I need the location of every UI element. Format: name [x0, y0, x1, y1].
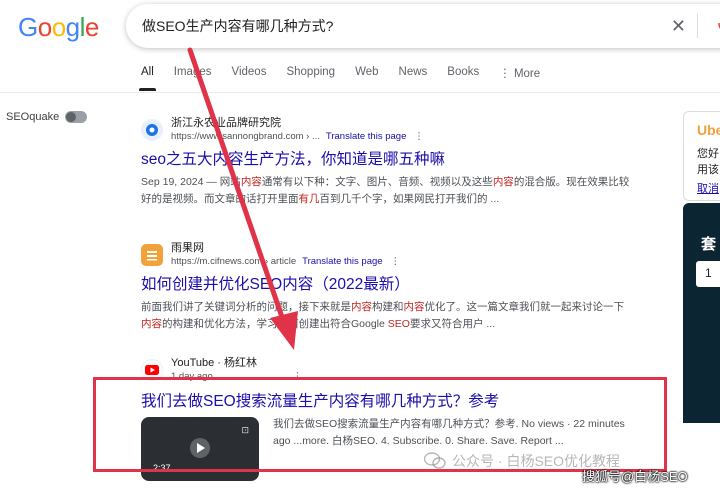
ad-banner[interactable]: 套 1 — [683, 203, 720, 423]
snippet-text: Sep 19, 2024 — 网站 — [141, 176, 241, 188]
more-vert-icon[interactable]: ⋮ — [391, 256, 401, 267]
ad-heading: 套 — [701, 236, 717, 253]
google-logo[interactable]: Google — [18, 12, 99, 43]
logo-letter: o — [37, 12, 52, 42]
tab-videos[interactable]: Videos — [232, 66, 267, 80]
snippet-text: 前面我们讲了关键词分析的问题，接下来就是 — [141, 301, 351, 313]
result-snippet: 前面我们讲了关键词分析的问题，接下来就是内容构建和内容优化了。这一篇文章我们就一… — [141, 299, 661, 333]
snippet-text: 的混合版。现在效果比较 — [513, 176, 630, 188]
snippet-highlight: 有几 — [298, 193, 320, 205]
close-icon[interactable]: ✕ — [671, 16, 686, 37]
snippet-text: 的构建和优化方法，学习如何创建出符合Google — [162, 318, 388, 330]
seoquake-toggle[interactable] — [65, 111, 88, 123]
ad-text: 用该 — [697, 164, 719, 176]
snippet-text: 构建和 — [372, 301, 404, 313]
ad-input[interactable]: 1 — [696, 261, 720, 287]
tab-books[interactable]: Books — [447, 66, 479, 80]
site-url: https://m.cifnews.com › article — [171, 256, 297, 267]
ad-cancel-link[interactable]: 取消 — [697, 180, 719, 196]
site-name: 浙江永 — [171, 117, 204, 129]
ad-text: 您好 — [697, 148, 719, 160]
ad-card[interactable]: Ube 您好 用该 取消 — [683, 111, 720, 201]
tab-shopping[interactable]: Shopping — [286, 66, 335, 80]
seoquake-toggle-row: SEOquake — [6, 111, 88, 123]
search-box[interactable]: 做SEO生产内容有哪几种方式? ✕ — [126, 4, 720, 48]
snippet-text: 好的是视频。而文章的话打开里面 — [141, 193, 299, 205]
result-title[interactable]: 如何创建并优化SEO内容（2022最新） — [141, 275, 661, 295]
result-title[interactable]: seo之五大内容生产方法，你知道是哪五种嘛 — [141, 150, 661, 170]
result-snippet: Sep 19, 2024 — 网站内容通常有以下种：文字、图片、音频、视频以及这… — [141, 174, 661, 208]
globe-icon — [141, 119, 163, 141]
logo-letter: G — [18, 12, 38, 42]
tab-more[interactable]: ⋮ More — [499, 66, 540, 80]
tab-images[interactable]: Images — [174, 66, 212, 80]
search-result: 雨果网 https://m.cifnews.com › article Trans… — [141, 241, 661, 333]
logo-letter: g — [65, 12, 80, 42]
site-name: YouTube · 杨红林 — [171, 357, 258, 369]
more-vert-icon[interactable]: ⋮ — [414, 131, 424, 142]
search-input[interactable]: 做SEO生产内容有哪几种方式? — [142, 16, 720, 36]
seoquake-label: SEOquake — [6, 111, 60, 123]
snippet-highlight: 内容 — [492, 176, 514, 188]
translate-link[interactable]: Translate this page — [326, 131, 406, 142]
site-name-tail: 农业品牌研究院 — [204, 117, 281, 129]
snippet-highlight: 内容 — [141, 318, 162, 330]
snippet-highlight: 内容 — [351, 301, 372, 313]
result-source[interactable]: 雨果网 https://m.cifnews.com › article Trans… — [141, 241, 661, 269]
site-url: https://www.sannongbrand.com › ... — [171, 131, 320, 142]
tab-all[interactable]: All — [139, 66, 156, 91]
sohu-watermark: 搜狐号@白杨SEO — [582, 469, 688, 484]
tab-news[interactable]: News — [399, 66, 428, 80]
snippet-highlight: 内容 — [240, 176, 262, 188]
search-tabs: All Images Videos Shopping Web News Book… — [139, 66, 560, 91]
snippet-text: 通常有以下种：文字、图片、音频、视频以及这些 — [261, 176, 493, 188]
search-result: 浙江永农业品牌研究院 https://www.sannongbrand.com … — [141, 116, 661, 208]
search-divider — [697, 14, 698, 38]
wechat-icon — [424, 452, 446, 469]
ad-brand: Ube — [697, 122, 720, 138]
snippet-text: 要求又符合用户 ... — [409, 318, 496, 330]
result-source[interactable]: 浙江永农业品牌研究院 https://www.sannongbrand.com … — [141, 116, 661, 144]
tabs-divider — [0, 92, 720, 93]
snippet-text: 优化了。这一篇文章我们就一起来讨论一下 — [424, 301, 625, 313]
snippet-text: 百到几千个字，如果网民打开我们的 ... — [319, 193, 500, 205]
translate-link[interactable]: Translate this page — [302, 256, 382, 267]
logo-letter: o — [51, 12, 66, 42]
tab-web[interactable]: Web — [355, 66, 378, 80]
cifnews-icon — [141, 244, 163, 266]
ad-panel[interactable]: Ube 您好 用该 取消 套 1 — [683, 111, 720, 491]
snippet-highlight: 内容 — [403, 301, 425, 313]
logo-letter: e — [84, 12, 99, 42]
snippet-highlight: SEO — [387, 318, 410, 330]
site-name: 雨果网 — [171, 242, 204, 254]
